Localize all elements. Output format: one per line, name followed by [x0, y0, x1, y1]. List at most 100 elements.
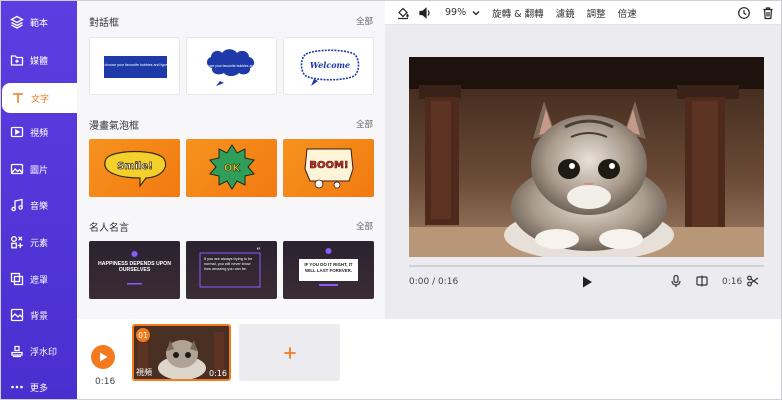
play-button[interactable]: [579, 274, 595, 290]
elements-icon: [10, 235, 24, 249]
sidebar-item-label: 背景: [30, 311, 49, 322]
clip-label: 視頻: [136, 368, 152, 377]
sidebar-item-label: 浮水印: [30, 347, 58, 358]
sidebar-item-label: 視頻: [30, 128, 49, 139]
sidebar-item-video[interactable]: 視頻: [1, 117, 77, 147]
template-thumb-boom-bubble[interactable]: BOOM!: [283, 139, 374, 197]
template-thumb-speech-box-1[interactable]: Just choose your favourite bubbles and t…: [89, 37, 180, 95]
sidebar-item-overlays[interactable]: 遮罩: [1, 264, 77, 294]
watermark-icon: [10, 344, 24, 358]
sidebar-item-text[interactable]: 文字: [2, 83, 77, 113]
section-title-comic-bubbles: 漫畫氣泡框: [89, 121, 139, 132]
thumb-text: OK: [224, 163, 242, 174]
sidebar-item-label: 媒體: [30, 56, 49, 67]
thumb-text: BOOM!: [309, 160, 348, 171]
image-icon: [10, 162, 24, 176]
sidebar-item-media[interactable]: 媒體: [1, 45, 77, 75]
sidebar-item-images[interactable]: 圖片: [1, 154, 77, 184]
microphone-icon: [671, 274, 681, 287]
sidebar-item-templates[interactable]: 範本: [1, 7, 77, 37]
timeline-total-time: 0:16: [95, 377, 116, 387]
clock-icon: [738, 6, 750, 19]
fill-bucket-button[interactable]: [395, 5, 411, 21]
layers-icon: [10, 15, 24, 29]
template-thumb-ok-bubble[interactable]: OK: [186, 139, 277, 197]
clip-index-badge: 01: [136, 328, 150, 342]
svg-text:“: “: [256, 246, 261, 257]
play-icon: [100, 352, 108, 362]
template-thumb-cloud-bubble[interactable]: Just choose your favourite bubbles and t…: [186, 37, 277, 95]
video-icon: [10, 125, 24, 139]
text-icon: [11, 91, 25, 105]
thumb-text: If you are always trying to be normal, y…: [204, 257, 253, 271]
sidebar-item-label: 更多: [30, 383, 49, 394]
voiceover-button[interactable]: [669, 274, 683, 288]
video-preview[interactable]: [409, 57, 764, 257]
thumb-text: Smile!: [117, 161, 153, 172]
template-thumb-quote-3[interactable]: IF YOU DO IT RIGHT, IT WILL LAST FOREVER…: [283, 241, 374, 299]
clip-end-time: 0:16: [722, 277, 743, 287]
background-icon: [10, 308, 24, 322]
timeline: 0:16 01 視頻 0:16: [77, 319, 781, 399]
adjust-button[interactable]: 調整: [587, 6, 606, 20]
music-icon: [10, 198, 24, 212]
history-button[interactable]: [736, 5, 752, 21]
sidebar-item-elements[interactable]: 元素: [1, 227, 77, 257]
folder-plus-icon: [10, 53, 24, 67]
sidebar-item-label: 遮罩: [30, 275, 49, 286]
see-all-quotes-link[interactable]: 全部: [356, 220, 373, 232]
see-all-dialog-boxes-link[interactable]: 全部: [356, 15, 373, 27]
sidebar-item-label: 音樂: [30, 201, 49, 212]
see-all-comic-bubbles-link[interactable]: 全部: [356, 118, 373, 130]
filter-button[interactable]: 濾鏡: [556, 6, 575, 20]
sidebar-item-more[interactable]: 更多: [1, 372, 77, 399]
template-thumb-smile-bubble[interactable]: Smile!: [89, 139, 180, 197]
cut-button[interactable]: [746, 274, 760, 288]
text-templates-panel: 對話框 全部 Just choose your favourite bubble…: [77, 1, 385, 319]
playback-time: 0:00 / 0:16: [409, 277, 459, 287]
chevron-down-icon: [472, 10, 480, 15]
zoom-dropdown-button[interactable]: [468, 5, 484, 21]
volume-icon: [419, 6, 430, 19]
sidebar: 範本 媒體 文字 視頻 圖片 音樂 元素 遮罩 背景 浮水印 更多: [1, 1, 77, 399]
play-icon: [583, 276, 592, 288]
preview-canvas: 0:00 / 0:16 0:16: [385, 25, 781, 319]
sidebar-item-label: 元素: [30, 238, 49, 249]
cat-video-frame: [409, 57, 764, 257]
plus-icon: [283, 346, 296, 359]
thumb-text: IF YOU DO IT RIGHT, IT WILL LAST FOREVER…: [304, 262, 353, 273]
template-thumb-welcome-bubble[interactable]: Welcome: [283, 37, 374, 95]
sidebar-item-music[interactable]: 音樂: [1, 190, 77, 220]
split-button[interactable]: [695, 274, 709, 288]
timeline-clip[interactable]: 01 視頻 0:16: [132, 324, 231, 381]
scissors-icon: [747, 275, 759, 287]
sidebar-item-label: 文字: [31, 94, 50, 105]
rotate-flip-button[interactable]: 旋轉 & 翻轉: [492, 6, 543, 20]
sidebar-item-label: 圖片: [30, 165, 49, 176]
seek-bar[interactable]: [409, 265, 764, 267]
section-title-dialog-boxes: 對話框: [89, 18, 119, 29]
sidebar-item-background[interactable]: 背景: [1, 300, 77, 330]
thumb-text: Welcome: [310, 60, 350, 70]
top-toolbar: 99% 旋轉 & 翻轉 濾鏡 調整 倍速: [385, 1, 781, 25]
zoom-level[interactable]: 99%: [445, 7, 466, 18]
timeline-play-button[interactable]: [91, 345, 115, 369]
sidebar-item-label: 範本: [30, 18, 49, 29]
sidebar-item-watermark[interactable]: 浮水印: [1, 336, 77, 366]
overlay-icon: [10, 272, 24, 286]
section-title-quotes: 名人名言: [89, 223, 129, 234]
volume-button[interactable]: [417, 5, 433, 21]
fill-bucket-icon: [398, 7, 409, 19]
app-window: 範本 媒體 文字 視頻 圖片 音樂 元素 遮罩 背景 浮水印 更多 對話框 全部…: [0, 0, 782, 400]
template-thumb-quote-1[interactable]: HAPPINESS DEPENDS UPON OURSELVES: [89, 241, 180, 299]
clip-duration: 0:16: [209, 369, 227, 378]
thumb-text: HAPPINESS DEPENDS UPON OURSELVES: [98, 261, 171, 273]
split-icon: [696, 275, 708, 287]
add-clip-button[interactable]: [239, 324, 340, 381]
trash-icon: [763, 6, 773, 19]
speed-button[interactable]: 倍速: [618, 6, 637, 20]
thumb-text: Just choose your favourite bubbles and t…: [196, 64, 269, 68]
delete-button[interactable]: [760, 5, 776, 21]
thumb-text: Just choose your favourite bubbles and t…: [97, 63, 174, 67]
template-thumb-quote-2[interactable]: “ If you are always trying to be normal,…: [186, 241, 277, 299]
